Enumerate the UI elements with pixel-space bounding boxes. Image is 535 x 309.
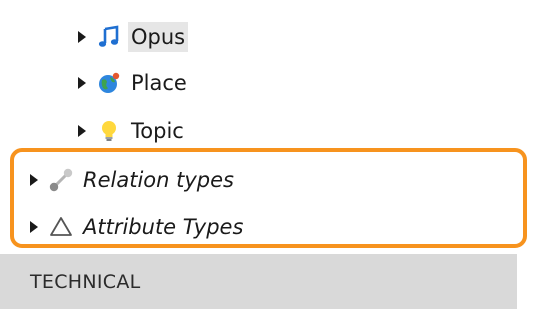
triangle-icon: [48, 214, 74, 240]
section-header-label: TECHNICAL: [30, 270, 141, 293]
tree-view: Opus Place Topic Relation types Attribut…: [0, 0, 535, 309]
expand-arrow-icon[interactable]: [78, 125, 86, 137]
tree-item-label: Place: [131, 71, 187, 95]
tree-item-label: Relation types: [83, 168, 234, 192]
expand-arrow-icon[interactable]: [30, 221, 38, 233]
tree-item-opus[interactable]: Opus: [78, 17, 189, 57]
tree-item-attribute-types[interactable]: Attribute Types: [30, 207, 246, 247]
expand-arrow-icon[interactable]: [30, 174, 38, 186]
lightbulb-icon: [96, 118, 122, 144]
expand-arrow-icon[interactable]: [78, 77, 86, 89]
globe-icon: [96, 70, 122, 96]
section-header-technical[interactable]: TECHNICAL: [0, 254, 517, 309]
tree-item-label: Topic: [131, 119, 184, 143]
expand-arrow-icon[interactable]: [78, 31, 86, 43]
relation-icon: [48, 167, 74, 193]
tree-item-place[interactable]: Place: [78, 63, 190, 103]
tree-item-label: Attribute Types: [83, 215, 244, 239]
tree-item-label: Opus: [128, 22, 189, 52]
music-note-icon: [96, 24, 122, 50]
tree-item-relation-types[interactable]: Relation types: [30, 160, 237, 200]
tree-item-topic[interactable]: Topic: [78, 111, 187, 151]
